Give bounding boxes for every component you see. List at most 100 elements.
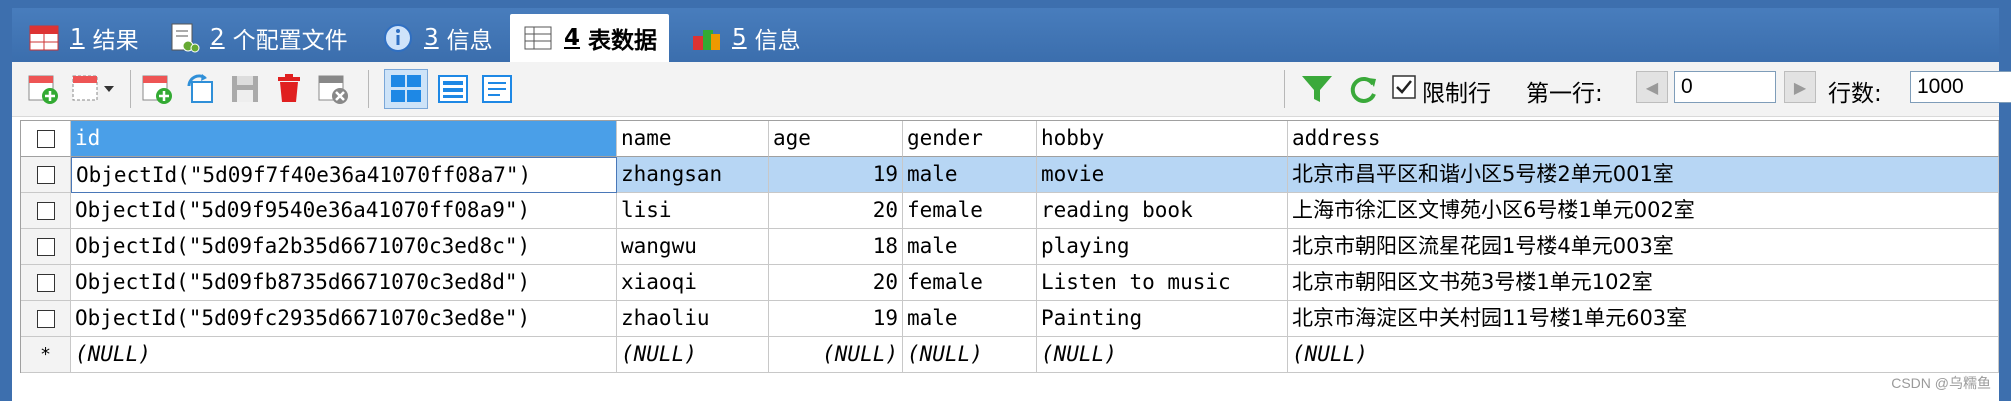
- cell-id[interactable]: ObjectId("5d09fb8735d6671070c3ed8d"): [71, 265, 617, 301]
- cell-name[interactable]: zhangsan: [617, 157, 769, 193]
- toolbar-separator: [130, 70, 131, 108]
- null-cell[interactable]: (NULL): [617, 337, 769, 373]
- row-count-input[interactable]: [1910, 71, 2011, 103]
- frame-top: [0, 0, 2011, 8]
- column-header-age[interactable]: age: [769, 121, 903, 157]
- tab-info-2[interactable]: 5 信息: [690, 16, 801, 60]
- frame-right: [1999, 0, 2011, 401]
- frame-left: [0, 0, 12, 401]
- cell-gender[interactable]: male: [903, 301, 1037, 337]
- prev-page-icon[interactable]: ◀: [1636, 71, 1668, 103]
- new-row-marker: *: [21, 337, 71, 373]
- cell-address[interactable]: 北京市朝阳区流星花园1号楼4单元003室: [1288, 229, 1999, 265]
- tab-info[interactable]: 3 信息: [382, 16, 493, 60]
- table-row[interactable]: ObjectId("5d09f7f40e36a41070ff08a7") zha…: [21, 157, 1999, 193]
- row-checkbox[interactable]: [21, 265, 71, 301]
- tab-profiles-label: 个配置文件: [232, 28, 348, 54]
- cell-age[interactable]: 19: [769, 301, 903, 337]
- row-checkbox[interactable]: [21, 301, 71, 337]
- toolbar-separator: [368, 70, 369, 108]
- null-cell[interactable]: (NULL): [71, 337, 617, 373]
- tab-results[interactable]: 1 结果: [28, 16, 139, 60]
- add-row-icon[interactable]: [140, 72, 174, 106]
- cell-age[interactable]: 20: [769, 265, 903, 301]
- select-all-checkbox[interactable]: [21, 121, 71, 157]
- row-checkbox[interactable]: [21, 157, 71, 193]
- save-icon[interactable]: [228, 72, 262, 106]
- tab-info-2-num: 5: [732, 25, 747, 51]
- delete-icon[interactable]: [272, 72, 306, 106]
- refresh-icon[interactable]: [1346, 72, 1380, 106]
- null-cell[interactable]: (NULL): [1288, 337, 1999, 373]
- new-row[interactable]: * (NULL) (NULL) (NULL) (NULL) (NULL) (NU…: [21, 337, 1999, 373]
- column-header-name[interactable]: name: [617, 121, 769, 157]
- table-row[interactable]: ObjectId("5d09fc2935d6671070c3ed8e") zha…: [21, 301, 1999, 337]
- cell-name[interactable]: xiaoqi: [617, 265, 769, 301]
- tab-table-data-label: 表数据: [588, 28, 658, 54]
- next-page-icon[interactable]: ▶: [1784, 71, 1816, 103]
- cell-gender[interactable]: male: [903, 157, 1037, 193]
- table-row[interactable]: ObjectId("5d09fa2b35d6671070c3ed8c") wan…: [21, 229, 1999, 265]
- grid-view-icon[interactable]: [384, 69, 428, 109]
- results-grid-icon: [28, 22, 60, 54]
- first-row-input[interactable]: [1674, 71, 1776, 103]
- cell-gender[interactable]: female: [903, 193, 1037, 229]
- cell-name[interactable]: lisi: [617, 193, 769, 229]
- cell-id[interactable]: ObjectId("5d09f9540e36a41070ff08a9"): [71, 193, 617, 229]
- cell-hobby[interactable]: Painting: [1037, 301, 1288, 337]
- cell-age[interactable]: 19: [769, 157, 903, 193]
- data-grid: id name age gender hobby address ObjectI…: [20, 120, 1999, 373]
- table-icon: [522, 22, 554, 54]
- cell-address[interactable]: 北京市海淀区中关村园11号楼1单元603室: [1288, 301, 1999, 337]
- cell-age[interactable]: 20: [769, 193, 903, 229]
- cell-id[interactable]: ObjectId("5d09fc2935d6671070c3ed8e"): [71, 301, 617, 337]
- column-header-address[interactable]: address: [1288, 121, 1999, 157]
- cell-name[interactable]: wangwu: [617, 229, 769, 265]
- column-header-gender[interactable]: gender: [903, 121, 1037, 157]
- tab-results-num: 1: [70, 25, 85, 51]
- row-checkbox[interactable]: [21, 229, 71, 265]
- null-cell[interactable]: (NULL): [769, 337, 903, 373]
- cell-id[interactable]: ObjectId("5d09f7f40e36a41070ff08a7"): [71, 157, 617, 193]
- cell-id[interactable]: ObjectId("5d09fa2b35d6671070c3ed8c"): [71, 229, 617, 265]
- row-checkbox[interactable]: [21, 193, 71, 229]
- row-count-label: 行数:: [1828, 81, 1882, 107]
- form-view-icon[interactable]: [436, 72, 470, 106]
- tab-info-num: 3: [424, 25, 439, 51]
- watermark: CSDN @乌糯鱼: [1891, 375, 1991, 391]
- cell-hobby[interactable]: playing: [1037, 229, 1288, 265]
- cell-gender[interactable]: female: [903, 265, 1037, 301]
- cell-address[interactable]: 上海市徐汇区文博苑小区6号楼1单元002室: [1288, 193, 1999, 229]
- insert-row-icon[interactable]: [26, 72, 60, 106]
- tab-profiles[interactable]: 2 个配置文件: [168, 16, 348, 60]
- cell-hobby[interactable]: reading book: [1037, 193, 1288, 229]
- table-row[interactable]: ObjectId("5d09fb8735d6671070c3ed8d") xia…: [21, 265, 1999, 301]
- cell-name[interactable]: zhaoliu: [617, 301, 769, 337]
- cell-address[interactable]: 北京市朝阳区文书苑3号楼1单元102室: [1288, 265, 1999, 301]
- column-header-hobby[interactable]: hobby: [1037, 121, 1288, 157]
- cell-gender[interactable]: male: [903, 229, 1037, 265]
- duplicate-row-dropdown-icon[interactable]: [70, 72, 120, 106]
- toolbar: 限制行 第一行: ◀ ▶ 行数:: [12, 62, 2011, 117]
- info-icon: [382, 22, 414, 54]
- cell-hobby[interactable]: movie: [1037, 157, 1288, 193]
- cell-age[interactable]: 18: [769, 229, 903, 265]
- tab-profiles-num: 2: [210, 25, 225, 51]
- cell-hobby[interactable]: Listen to music: [1037, 265, 1288, 301]
- limit-rows-checkbox[interactable]: [1392, 75, 1418, 101]
- grid-header-row: id name age gender hobby address: [21, 121, 1999, 157]
- tab-table-data-num: 4: [564, 25, 581, 51]
- discard-changes-icon[interactable]: [316, 72, 350, 106]
- table-row[interactable]: ObjectId("5d09f9540e36a41070ff08a9") lis…: [21, 193, 1999, 229]
- refresh-data-icon[interactable]: [184, 72, 218, 106]
- tab-info-label: 信息: [446, 28, 493, 54]
- tab-table-data[interactable]: 4 表数据: [510, 14, 670, 62]
- column-header-id[interactable]: id: [71, 121, 617, 157]
- cell-address[interactable]: 北京市昌平区和谐小区5号楼2单元001室: [1288, 157, 1999, 193]
- text-view-icon[interactable]: [480, 72, 514, 106]
- null-cell[interactable]: (NULL): [1037, 337, 1288, 373]
- tab-results-label: 结果: [92, 28, 139, 54]
- first-row-label: 第一行:: [1526, 81, 1603, 107]
- null-cell[interactable]: (NULL): [903, 337, 1037, 373]
- filter-icon[interactable]: [1300, 72, 1334, 106]
